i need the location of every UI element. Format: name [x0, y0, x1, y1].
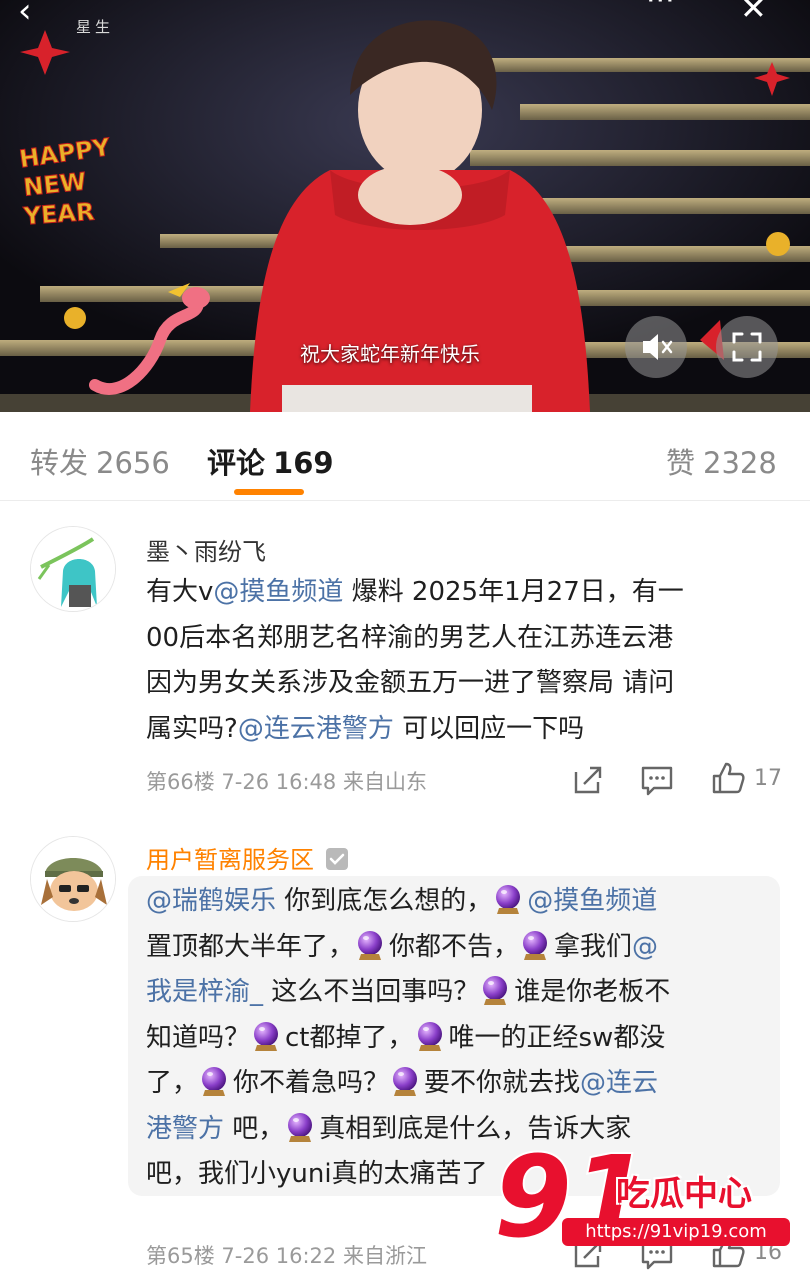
comment-text-segment: 可以回应一下吗	[393, 713, 585, 744]
mention-link[interactable]: @连云	[580, 1068, 658, 1098]
comment-line: 知道吗？ ct都掉了， 唯一的正经sw都没	[146, 1016, 786, 1062]
comment-text-segment: 知道吗？	[146, 1022, 251, 1053]
comment-line: 因为男女关系涉及金额五万一进了警察局 请问	[146, 661, 786, 707]
crystal-ball-icon	[417, 1021, 442, 1051]
mention-link[interactable]: 港警方	[146, 1114, 224, 1144]
crystal-ball-icon	[496, 885, 521, 914]
crystal-ball-icon	[254, 1021, 279, 1051]
video-player[interactable]: HAPPY NEW YEAR ‹ 星生 ··· ✕ 祝大家蛇年新年快乐	[0, 0, 810, 412]
watermark-url: https://91vip19.com	[562, 1218, 790, 1246]
avatar[interactable]	[30, 526, 116, 612]
divider	[0, 500, 810, 501]
tab-comments-count: 169	[273, 446, 334, 480]
comment-location: 来自浙江	[342, 1244, 427, 1268]
comment-text: 有大v@摸鱼频道 爆料 2025年1月27日，有一 00后本名郑朋艺名梓渝的男艺人…	[146, 570, 786, 752]
mention-link[interactable]: @瑞鹤娱乐	[146, 886, 276, 916]
comment-time: 7-26 16:22	[221, 1244, 337, 1268]
crystal-ball-icon	[523, 930, 548, 960]
comment-line: 00后本名郑朋艺名梓渝的男艺人在江苏连云港	[146, 616, 786, 662]
comment-text-segment: 要不你就去找	[424, 1068, 581, 1098]
mention-link[interactable]: @	[632, 932, 658, 962]
mention-link[interactable]: @摸鱼频道	[213, 577, 343, 607]
crystal-ball-icon	[358, 930, 383, 960]
crystal-ball-icon	[202, 1067, 227, 1096]
video-brand: 星生	[76, 18, 115, 36]
comment-text-segment: 置顶都大半年了，	[146, 931, 355, 962]
comment-text-segment: 你都不告，	[389, 931, 520, 962]
like-icon[interactable]	[710, 760, 746, 796]
year-sticker-line3: YEAR	[22, 198, 96, 231]
tab-repost-label: 转发	[30, 446, 89, 480]
comment-text-segment: 有大v	[146, 577, 214, 607]
comment-time: 7-26 16:48	[221, 770, 337, 794]
mute-button[interactable]	[625, 316, 687, 378]
avatar[interactable]	[30, 836, 116, 922]
comment-text-segment: 唯一的正经sw都没	[448, 1022, 666, 1053]
crystal-ball-icon	[288, 1112, 313, 1142]
comment-tabs: 转发 2656 评论 169 赞 2328	[0, 412, 810, 502]
comment-text-segment: ct都掉了，	[285, 1022, 414, 1053]
comment-floor: 第66楼	[146, 770, 215, 794]
tab-likes-count: 2328	[703, 446, 777, 480]
mention-link[interactable]: @摸鱼频道	[527, 886, 657, 916]
comment-line: 有大v@摸鱼频道 爆料 2025年1月27日，有一	[146, 570, 786, 616]
video-subtitle: 祝大家蛇年新年快乐	[300, 342, 480, 366]
comment-text-segment: 这么不当回事吗？	[263, 977, 480, 1007]
comment-text-segment: 爆料 2025年1月27日，有一	[343, 577, 684, 607]
comment-meta: 第66楼 7-26 16:48 来自山东	[146, 766, 427, 796]
comment-meta: 第65楼 7-26 16:22 来自浙江	[146, 1240, 427, 1270]
comment-floor: 第65楼	[146, 1244, 215, 1268]
mute-icon	[643, 334, 673, 360]
comment-line: 置顶都大半年了， 你都不告， 拿我们@	[146, 925, 786, 971]
tab-comments[interactable]: 评论 169	[207, 440, 334, 482]
comment-username[interactable]: 用户暂离服务区	[146, 840, 348, 875]
comment-username-text: 用户暂离服务区	[146, 846, 314, 874]
comment-text-segment: 了，	[146, 1068, 199, 1098]
comment-location: 来自山东	[342, 770, 427, 794]
tab-repost-count: 2656	[96, 446, 170, 480]
comment-text-segment: 因为男女关系涉及金额五万一进了警察局 请问	[146, 668, 675, 698]
reply-icon[interactable]	[640, 764, 674, 796]
more-icon[interactable]: ···	[646, 0, 675, 16]
comment-text-segment: 谁是你老板不	[514, 977, 671, 1007]
tab-comments-label: 评论	[207, 446, 266, 480]
comment-text-segment: 你到底怎么想的，	[276, 886, 493, 916]
verified-badge-icon	[326, 848, 348, 870]
mention-link[interactable]: @连云港警方	[238, 714, 394, 744]
fullscreen-icon	[732, 332, 762, 362]
tab-likes[interactable]: 赞 2328	[666, 440, 777, 482]
watermark-title: 吃瓜中心	[616, 1174, 752, 1214]
tab-likes-label: 赞	[666, 446, 696, 480]
comment-text-segment: 吧，我们小yuni真的太痛苦了	[146, 1159, 488, 1189]
like-count: 17	[754, 766, 782, 791]
mention-link[interactable]: 我是梓渝_	[146, 977, 263, 1007]
crystal-ball-icon	[483, 976, 508, 1005]
share-icon[interactable]	[572, 764, 604, 796]
comment-text-segment: 属实吗?	[146, 713, 238, 744]
comment-line: 我是梓渝_ 这么不当回事吗？ 谁是你老板不	[146, 970, 786, 1016]
close-icon[interactable]: ✕	[740, 0, 767, 24]
active-tab-indicator	[234, 489, 304, 495]
back-icon[interactable]: ‹	[18, 0, 32, 28]
crystal-ball-icon	[393, 1067, 418, 1096]
comment-text-segment: 拿我们	[554, 931, 633, 962]
comment-line: @瑞鹤娱乐 你到底怎么想的， @摸鱼频道	[146, 879, 786, 925]
fullscreen-button[interactable]	[716, 316, 778, 378]
comment-text-segment: 00后本名郑朋艺名梓渝的男艺人在江苏连云港	[146, 622, 674, 653]
tab-repost[interactable]: 转发 2656	[30, 440, 170, 482]
comment-text-segment: 吧，	[224, 1113, 285, 1144]
comment-line: 了， 你不着急吗？ 要不你就去找@连云	[146, 1061, 786, 1107]
comment-text-segment: 你不着急吗？	[233, 1068, 390, 1098]
comment-username[interactable]: 墨丶雨纷飞	[146, 532, 266, 567]
comment-line: 属实吗?@连云港警方 可以回应一下吗	[146, 707, 786, 753]
